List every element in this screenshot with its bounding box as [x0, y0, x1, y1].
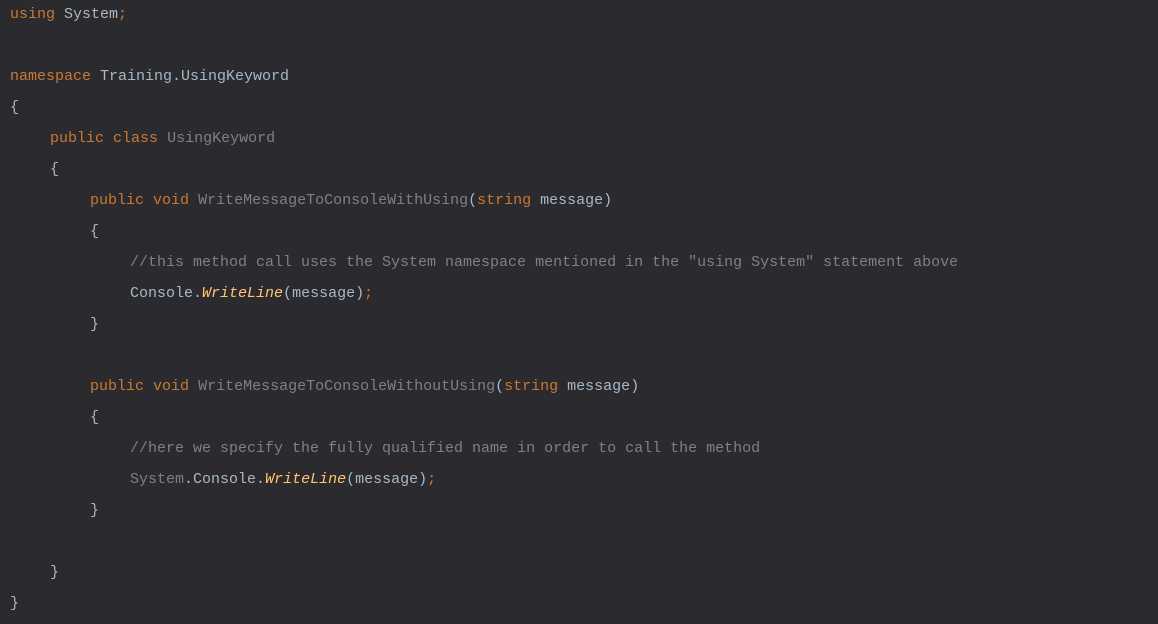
- identifier-console: Console: [193, 465, 256, 496]
- method-call: WriteLine: [202, 279, 283, 310]
- code-line[interactable]: {: [0, 93, 1158, 124]
- keyword-using: using: [10, 0, 55, 31]
- keyword-class: class: [113, 124, 158, 155]
- close-brace: }: [90, 496, 99, 527]
- code-line[interactable]: public void WriteMessageToConsoleWithout…: [0, 372, 1158, 403]
- identifier-system: System: [64, 0, 118, 31]
- code-line[interactable]: {: [0, 155, 1158, 186]
- close-brace: }: [50, 558, 59, 589]
- code-line-empty[interactable]: [0, 341, 1158, 372]
- keyword-public: public: [90, 186, 144, 217]
- code-line[interactable]: {: [0, 217, 1158, 248]
- dot: .: [256, 465, 265, 496]
- method-declaration: WriteMessageToConsoleWithUsing: [198, 186, 468, 217]
- method-call: WriteLine: [265, 465, 346, 496]
- keyword-void: void: [153, 372, 189, 403]
- code-line[interactable]: }: [0, 589, 1158, 620]
- method-declaration: WriteMessageToConsoleWithoutUsing: [198, 372, 495, 403]
- code-line[interactable]: }: [0, 310, 1158, 341]
- code-line[interactable]: }: [0, 558, 1158, 589]
- keyword-public: public: [90, 372, 144, 403]
- code-line[interactable]: public class UsingKeyword: [0, 124, 1158, 155]
- code-line[interactable]: using System;: [0, 0, 1158, 31]
- open-paren: (: [468, 186, 477, 217]
- code-line[interactable]: namespace Training.UsingKeyword: [0, 62, 1158, 93]
- code-line-empty[interactable]: [0, 31, 1158, 62]
- namespace-name: Training.UsingKeyword: [100, 62, 289, 93]
- close-brace: }: [10, 589, 19, 620]
- semicolon: ;: [118, 0, 127, 31]
- code-line[interactable]: {: [0, 403, 1158, 434]
- code-line[interactable]: System.Console.WriteLine(message);: [0, 465, 1158, 496]
- open-brace: {: [90, 403, 99, 434]
- dot: .: [193, 279, 202, 310]
- parameter-name: message: [567, 372, 630, 403]
- close-paren: ): [355, 279, 364, 310]
- code-line[interactable]: public void WriteMessageToConsoleWithUsi…: [0, 186, 1158, 217]
- code-line[interactable]: //this method call uses the System names…: [0, 248, 1158, 279]
- open-brace: {: [10, 93, 19, 124]
- open-brace: {: [50, 155, 59, 186]
- identifier-console: Console: [130, 279, 193, 310]
- open-paren: (: [495, 372, 504, 403]
- keyword-public: public: [50, 124, 104, 155]
- class-name: UsingKeyword: [167, 124, 275, 155]
- comment: //this method call uses the System names…: [130, 248, 958, 279]
- semicolon: ;: [364, 279, 373, 310]
- code-editor[interactable]: using System; namespace Training.UsingKe…: [0, 0, 1158, 620]
- identifier-system: System: [130, 465, 184, 496]
- keyword-string: string: [477, 186, 531, 217]
- keyword-string: string: [504, 372, 558, 403]
- keyword-void: void: [153, 186, 189, 217]
- parameter-ref: message: [292, 279, 355, 310]
- close-paren: ): [630, 372, 639, 403]
- close-brace: }: [90, 310, 99, 341]
- semicolon: ;: [427, 465, 436, 496]
- code-line[interactable]: //here we specify the fully qualified na…: [0, 434, 1158, 465]
- close-paren: ): [418, 465, 427, 496]
- parameter-ref: message: [355, 465, 418, 496]
- open-paren: (: [283, 279, 292, 310]
- close-paren: ): [603, 186, 612, 217]
- code-line-empty[interactable]: [0, 527, 1158, 558]
- code-line[interactable]: }: [0, 496, 1158, 527]
- dot: .: [184, 465, 193, 496]
- code-line[interactable]: Console.WriteLine(message);: [0, 279, 1158, 310]
- comment: //here we specify the fully qualified na…: [130, 434, 760, 465]
- open-brace: {: [90, 217, 99, 248]
- parameter-name: message: [540, 186, 603, 217]
- keyword-namespace: namespace: [10, 62, 91, 93]
- open-paren: (: [346, 465, 355, 496]
